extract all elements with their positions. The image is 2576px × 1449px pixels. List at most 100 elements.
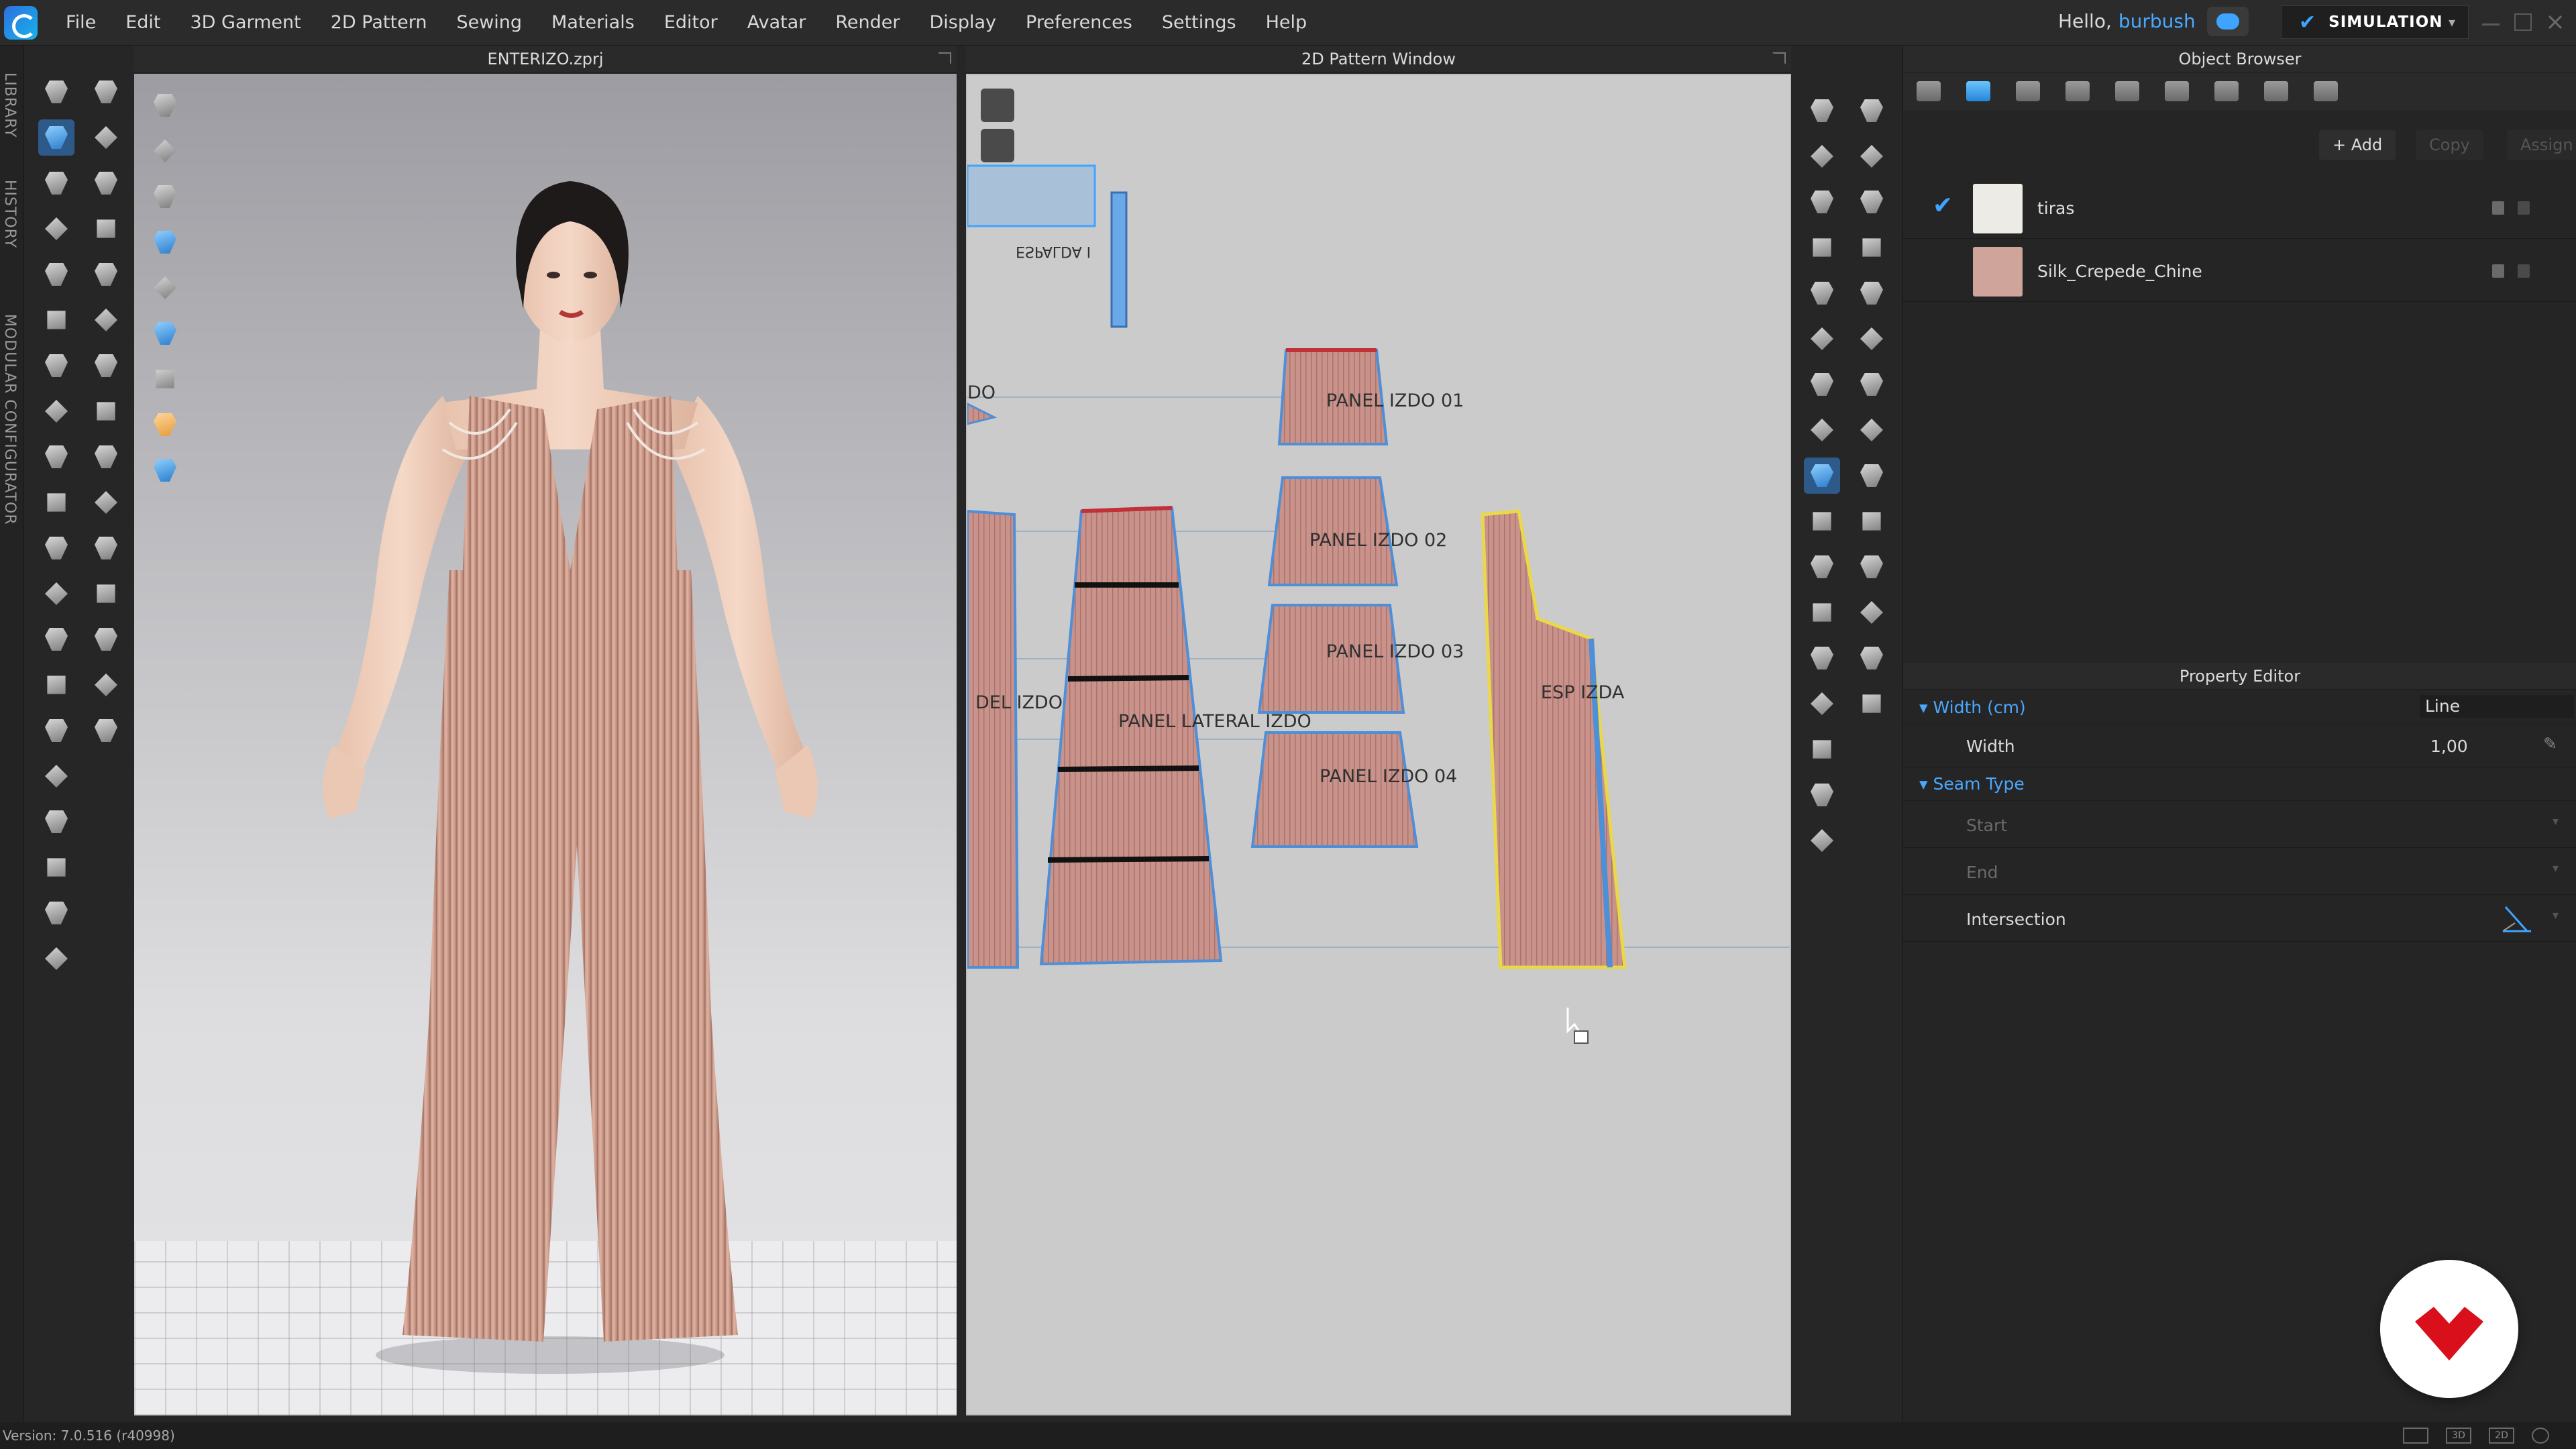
rectangle-tool-icon[interactable] xyxy=(88,667,124,703)
piece-label-panel-izdo-03[interactable]: PANEL IZDO 03 xyxy=(1326,641,1464,662)
pattern-pieces[interactable] xyxy=(967,75,1791,1415)
menu-file[interactable]: File xyxy=(51,0,111,46)
view-3d-icon[interactable]: 3D xyxy=(2446,1428,2471,1444)
fitting-tool-icon[interactable] xyxy=(38,895,74,931)
username[interactable]: burbush xyxy=(2118,10,2196,32)
fold-arrange-tool-icon[interactable] xyxy=(88,119,124,156)
cloud-icon[interactable] xyxy=(2207,7,2249,36)
intersection-type-icon[interactable] xyxy=(2500,904,2534,934)
width-mode-select[interactable]: Line xyxy=(2420,695,2574,718)
puckering-icon[interactable] xyxy=(2214,81,2239,101)
puckering-tool-icon[interactable] xyxy=(38,712,74,749)
segment-sewing-icon[interactable] xyxy=(1804,458,1840,494)
print-layout-icon[interactable] xyxy=(1854,686,1890,722)
copy-button[interactable]: Copy xyxy=(2416,130,2483,160)
gizmo-tool-icon[interactable] xyxy=(88,712,124,749)
texture-tool-icon[interactable] xyxy=(38,530,74,566)
menu-display[interactable]: Display xyxy=(915,0,1012,46)
simulation-tool-icon[interactable] xyxy=(38,74,74,110)
pin-tool-icon[interactable] xyxy=(38,347,74,384)
fold-tool-icon[interactable] xyxy=(38,256,74,292)
mannequin-icon[interactable] xyxy=(1804,777,1840,813)
thickness-display-icon[interactable] xyxy=(147,361,183,397)
trim-place-tool-icon[interactable] xyxy=(88,576,124,612)
edit-point-icon[interactable] xyxy=(1804,138,1840,174)
polygon-icon[interactable] xyxy=(1804,184,1840,220)
menu-render[interactable]: Render xyxy=(820,0,914,46)
tape-icon[interactable] xyxy=(2314,81,2338,101)
zipper-tool-icon[interactable] xyxy=(38,576,74,612)
piece-label-espalda[interactable]: ESPALDA I xyxy=(1016,243,1091,260)
dot-tool-icon[interactable] xyxy=(88,439,124,475)
trace-icon[interactable] xyxy=(1804,412,1840,448)
tape-tool-icon[interactable] xyxy=(88,256,124,292)
popout-icon[interactable] xyxy=(1772,52,1786,64)
menu-sewing[interactable]: Sewing xyxy=(441,0,537,46)
edit-pattern-tool-icon[interactable] xyxy=(38,165,74,201)
width-section-label[interactable]: ▾ Width (cm) xyxy=(1919,698,2026,717)
hanger-tool-icon[interactable] xyxy=(38,849,74,885)
copy-fabric-icon[interactable] xyxy=(2492,201,2504,215)
3d-viewport[interactable] xyxy=(134,74,957,1415)
tack-tool-icon[interactable] xyxy=(38,393,74,429)
measure-2d-icon[interactable] xyxy=(1854,503,1890,539)
shirt-tool-icon[interactable] xyxy=(38,211,74,247)
figure-display-icon[interactable] xyxy=(147,270,183,306)
avatar-figure[interactable] xyxy=(134,74,957,1415)
chevron-down-icon[interactable]: ▾ xyxy=(2553,908,2559,922)
buttonhole-icon[interactable] xyxy=(2115,81,2139,101)
internal-polygon-icon[interactable] xyxy=(1804,275,1840,311)
annotation-icon[interactable] xyxy=(1804,686,1840,722)
grade-icon[interactable] xyxy=(1804,731,1840,767)
eyedropper-icon[interactable]: ✎ xyxy=(2543,734,2557,753)
graphic-tool-icon[interactable] xyxy=(38,758,74,794)
menu-materials[interactable]: Materials xyxy=(537,0,649,46)
view-2d-icon[interactable]: 2D xyxy=(2489,1428,2514,1444)
gradient-icon[interactable] xyxy=(1804,594,1840,631)
add-point-icon[interactable] xyxy=(1854,138,1890,174)
dart-icon[interactable] xyxy=(1854,275,1890,311)
fabric-row[interactable]: ✔ tiras xyxy=(1903,177,2576,239)
garment-display-icon[interactable] xyxy=(147,133,183,169)
menu-avatar[interactable]: Avatar xyxy=(733,0,821,46)
piece-label-del-izdo[interactable]: DEL IZDO xyxy=(975,692,1063,713)
menu-editor[interactable]: Editor xyxy=(649,0,733,46)
topstitch-2d-icon[interactable] xyxy=(1854,549,1890,585)
piece-label-panel-izdo-02[interactable]: PANEL IZDO 02 xyxy=(1309,530,1447,551)
assign-button[interactable]: Assign xyxy=(2507,130,2576,160)
topstitch-tool-icon[interactable] xyxy=(38,667,74,703)
close-icon[interactable] xyxy=(2546,13,2564,31)
measure-tool-icon[interactable] xyxy=(38,302,74,338)
tab-modular-configurator[interactable]: MODULAR CONFIGURATOR xyxy=(1,314,18,525)
piece-label-panel-lateral-izdo[interactable]: PANEL LATERAL IZDO xyxy=(1118,711,1311,732)
minimize-icon[interactable] xyxy=(2482,23,2500,25)
button-2d-icon[interactable] xyxy=(1854,640,1890,676)
zigzag-icon[interactable] xyxy=(1854,594,1890,631)
pattern-fill-tool-icon[interactable] xyxy=(88,393,124,429)
grid-icon[interactable] xyxy=(1804,321,1840,357)
piece-label-do[interactable]: DO xyxy=(967,382,996,403)
trim-icon[interactable] xyxy=(2264,81,2288,101)
texture-display-icon[interactable] xyxy=(147,224,183,260)
piece-label-panel-izdo-04[interactable]: PANEL IZDO 04 xyxy=(1320,766,1457,787)
surface-display-icon[interactable] xyxy=(147,315,183,352)
delete-fabric-icon[interactable] xyxy=(2518,264,2530,278)
restore-icon[interactable] xyxy=(2514,13,2532,31)
fabric-icon[interactable] xyxy=(1966,81,1990,101)
pose-figure-tool-icon[interactable] xyxy=(88,74,124,110)
pattern-icon[interactable] xyxy=(2016,81,2040,101)
tack-2d-icon[interactable] xyxy=(1854,458,1890,494)
menu-help[interactable]: Help xyxy=(1251,0,1322,46)
fold-pattern-icon[interactable] xyxy=(1804,366,1840,402)
gear-tool-icon[interactable] xyxy=(88,530,124,566)
avatar-tool-icon[interactable] xyxy=(38,484,74,521)
2d-pattern-viewport[interactable]: PANEL IZDO 01 PANEL IZDO 02 PANEL IZDO 0… xyxy=(966,74,1791,1415)
globe-display-icon[interactable] xyxy=(147,452,183,488)
ellipse-icon[interactable] xyxy=(1854,229,1890,266)
check-sewing-icon[interactable] xyxy=(1854,412,1890,448)
app-logo-icon[interactable] xyxy=(4,5,38,40)
layer-tool-icon[interactable] xyxy=(88,347,124,384)
tab-history[interactable]: HISTORY xyxy=(1,180,18,248)
menu-3d-garment[interactable]: 3D Garment xyxy=(175,0,315,46)
text-tool-icon[interactable] xyxy=(1804,640,1840,676)
